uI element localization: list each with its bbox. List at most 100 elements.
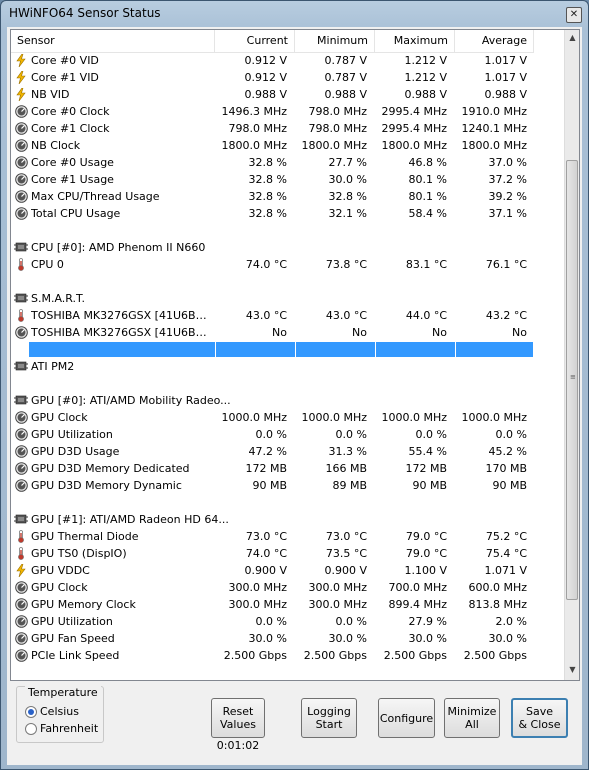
save-close-button[interactable]: Save & Close [511, 698, 568, 738]
sensor-row[interactable]: Total CPU Usage 32.8 % 32.1 % 58.4 % 37.1 % [11, 205, 534, 222]
sensor-name: Core #1 VID [31, 71, 99, 84]
sensor-name: GPU Utilization [31, 428, 113, 441]
close-icon[interactable]: ✕ [566, 7, 582, 23]
spacer-row [11, 494, 534, 511]
sensor-row[interactable]: GPU Memory Clock 300.0 MHz 300.0 MHz 899.4 … [11, 596, 534, 613]
col-minimum[interactable]: Minimum [295, 30, 375, 52]
sensor-list[interactable]: Sensor Current Minimum Maximum Average C… [10, 29, 580, 681]
sensor-row[interactable]: Core #1 VID 0.912 V 0.787 V 1.212 V 1.017 V [11, 69, 534, 86]
minimum-value: 43.0 °C [325, 309, 367, 322]
sensor-status-window: HWiNFO64 Sensor Status ✕ Sensor Current … [0, 0, 589, 770]
scroll-down-icon[interactable]: ▼ [567, 665, 578, 677]
sensor-row[interactable]: GPU D3D Memory Dedicated 172 MB 166 MB 172 … [11, 460, 534, 477]
sensor-row[interactable]: GPU Utilization 0.0 % 0.0 % 0.0 % 0.0 % [11, 426, 534, 443]
current-value: 300.0 MHz [228, 581, 287, 594]
maximum-value: 0.0 % [415, 428, 447, 441]
sensor-row[interactable]: GPU D3D Memory Dynamic 90 MB 89 MB 90 MB 90 … [11, 477, 534, 494]
average-value: No [512, 326, 527, 339]
maximum-value: No [432, 326, 447, 339]
current-value: 30.0 % [248, 632, 287, 645]
current-value: No [272, 326, 287, 339]
average-value: 2.500 Gbps [463, 649, 527, 662]
current-value: 0.912 V [244, 54, 287, 67]
sensor-row[interactable]: NB Clock 1800.0 MHz 1800.0 MHz 1800.0 MHz 18… [11, 137, 534, 154]
sensor-row[interactable]: Core #1 Usage 32.8 % 30.0 % 80.1 % 37.2 % [11, 171, 534, 188]
col-maximum[interactable]: Maximum [375, 30, 455, 52]
bolt-icon [14, 87, 28, 102]
thermometer-icon [14, 309, 28, 322]
title-bar[interactable]: HWiNFO64 Sensor Status ✕ [1, 1, 588, 27]
sensor-row[interactable]: GPU Utilization 0.0 % 0.0 % 27.9 % 2.0 % [11, 613, 534, 630]
column-separator [455, 342, 456, 357]
sensor-row[interactable]: NB VID 0.988 V 0.988 V 0.988 V 0.988 V [11, 86, 534, 103]
sensor-row[interactable]: GPU Thermal Diode 73.0 °C 73.0 °C 79.0 °C 75… [11, 528, 534, 545]
sensor-row[interactable]: GPU TS0 (DispIO) 74.0 °C 73.5 °C 79.0 °C 75.… [11, 545, 534, 562]
maximum-value: 30.0 % [408, 632, 447, 645]
sensor-row[interactable]: Core #0 Usage 32.8 % 27.7 % 46.8 % 37.0 % [11, 154, 534, 171]
sensor-row[interactable]: GPU Clock 1000.0 MHz 1000.0 MHz 1000.0 MHz 1… [11, 409, 534, 426]
celsius-label[interactable]: Celsius [40, 705, 79, 718]
fahrenheit-label[interactable]: Fahrenheit [40, 722, 98, 735]
sensor-row[interactable]: TOSHIBA MK3276GSX [41U6B01SB... No No No No [11, 324, 534, 341]
sensor-group-header[interactable]: S.M.A.R.T. [11, 290, 534, 307]
sensor-group-header[interactable]: CPU [#0]: AMD Phenom II N660 [11, 239, 534, 256]
maximum-value: 83.1 °C [405, 258, 447, 271]
sensor-name: Core #0 Clock [31, 105, 110, 118]
celsius-radio[interactable]: Celsius [25, 705, 105, 719]
sensor-group-header[interactable]: GPU [#1]: ATI/AMD Radeon HD 64... [11, 511, 534, 528]
current-value: 90 MB [252, 479, 287, 492]
maximum-value: 58.4 % [408, 207, 447, 220]
sensor-row[interactable]: PCIe Link Speed 2.500 Gbps 2.500 Gbps 2.500… [11, 647, 534, 664]
gauge-icon [14, 122, 28, 135]
average-value: 37.1 % [488, 207, 527, 220]
minimum-value: 73.5 °C [325, 547, 367, 560]
radio-selected-icon[interactable] [25, 706, 37, 718]
sensor-row[interactable]: GPU D3D Usage 47.2 % 31.3 % 55.4 % 45.2 % [11, 443, 534, 460]
sensor-row[interactable]: Core #0 Clock 1496.3 MHz 798.0 MHz 2995.4 M… [11, 103, 534, 120]
spacer-row [11, 273, 534, 290]
gauge-icon [14, 445, 28, 458]
col-sensor[interactable]: Sensor [11, 30, 215, 52]
sensor-row[interactable]: TOSHIBA MK3276GSX [41U6B01SB... 43.0 °C 43… [11, 307, 534, 324]
minimum-value: 32.1 % [328, 207, 367, 220]
sensor-group-header[interactable]: ATI PM2 [11, 358, 534, 375]
sensor-group-header[interactable]: GPU [#0]: ATI/AMD Mobility Radeo... [11, 392, 534, 409]
current-value: 1496.3 MHz [221, 105, 287, 118]
logging-label-2: Start [315, 718, 343, 731]
sensor-row[interactable]: GPU Fan Speed 30.0 % 30.0 % 30.0 % 30.0 % [11, 630, 534, 647]
column-separator [375, 342, 376, 357]
sensor-row[interactable]: GPU Clock 300.0 MHz 300.0 MHz 700.0 MHz 600.… [11, 579, 534, 596]
maximum-value: 80.1 % [408, 173, 447, 186]
sensor-row[interactable]: Max CPU/Thread Usage 32.8 % 32.8 % 80.1 % 39… [11, 188, 534, 205]
configure-button[interactable]: Configure [378, 698, 435, 738]
vertical-scrollbar[interactable]: ▲ ≡ ▼ [564, 30, 579, 680]
minimum-value: 798.0 MHz [308, 105, 367, 118]
sensor-row[interactable]: GPU VDDC 0.900 V 0.900 V 1.100 V 1.071 V [11, 562, 534, 579]
col-current[interactable]: Current [215, 30, 295, 52]
average-value: 813.8 MHz [468, 598, 527, 611]
minimize-all-button[interactable]: Minimize All [444, 698, 500, 738]
group-name: ATI PM2 [31, 360, 75, 373]
fahrenheit-radio[interactable]: Fahrenheit [25, 722, 105, 736]
maximum-value: 1.212 V [404, 71, 447, 84]
maximum-value: 2995.4 MHz [381, 105, 447, 118]
average-value: 1.017 V [484, 71, 527, 84]
thermometer-icon [14, 530, 28, 543]
reset-values-button[interactable]: Reset Values [211, 698, 265, 738]
sensor-row[interactable]: CPU 0 74.0 °C 73.8 °C 83.1 °C 76.1 °C [11, 256, 534, 273]
maximum-value: 2.500 Gbps [383, 649, 447, 662]
radio-unselected-icon[interactable] [25, 723, 37, 735]
average-value: 90 MB [492, 479, 527, 492]
current-value: 32.8 % [248, 207, 287, 220]
maximum-value: 90 MB [412, 479, 447, 492]
chip-icon [14, 394, 28, 407]
minimum-value: 0.787 V [324, 71, 367, 84]
selected-row[interactable] [11, 341, 534, 358]
scroll-thumb[interactable]: ≡ [566, 160, 578, 600]
sensor-row[interactable]: Core #0 VID 0.912 V 0.787 V 1.212 V 1.017 V [11, 52, 534, 69]
col-average[interactable]: Average [455, 30, 534, 52]
sensor-row[interactable]: Core #1 Clock 798.0 MHz 798.0 MHz 2995.4 MH… [11, 120, 534, 137]
scroll-up-icon[interactable]: ▲ [567, 33, 578, 45]
logging-start-button[interactable]: Logging Start [301, 698, 357, 738]
current-value: 47.2 % [248, 445, 287, 458]
